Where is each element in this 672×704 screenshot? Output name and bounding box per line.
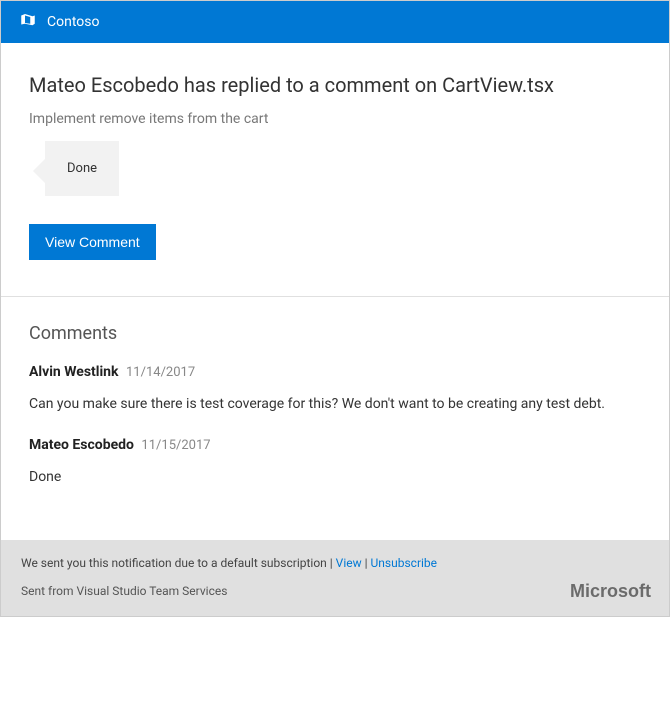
- main-section: Mateo Escobedo has replied to a comment …: [1, 43, 669, 297]
- comment-author: Alvin Westlink: [29, 364, 119, 380]
- comment-item: Alvin Westlink 11/14/2017 Can you make s…: [29, 364, 641, 415]
- footer-notice-text: We sent you this notification due to a d…: [21, 556, 336, 570]
- footer: We sent you this notification due to a d…: [1, 540, 669, 616]
- org-name: Contoso: [47, 14, 99, 30]
- comments-heading: Comments: [29, 323, 641, 344]
- view-link[interactable]: View: [336, 556, 362, 570]
- header-bar: Contoso: [1, 1, 669, 43]
- view-comment-button[interactable]: View Comment: [29, 224, 156, 260]
- comments-section: Comments Alvin Westlink 11/14/2017 Can y…: [1, 297, 669, 540]
- microsoft-logo: Microsoft: [570, 581, 651, 602]
- work-item-title: Implement remove items from the cart: [29, 111, 641, 127]
- reply-bubble: Done: [45, 141, 641, 196]
- comment-header: Alvin Westlink 11/14/2017: [29, 364, 641, 380]
- sent-from-text: Sent from Visual Studio Team Services: [21, 584, 649, 598]
- vsts-icon: [19, 11, 37, 33]
- comment-header: Mateo Escobedo 11/15/2017: [29, 437, 641, 453]
- comment-body: Can you make sure there is test coverage…: [29, 394, 641, 415]
- unsubscribe-link[interactable]: Unsubscribe: [371, 556, 438, 570]
- comment-date: 11/14/2017: [126, 365, 195, 380]
- comment-author: Mateo Escobedo: [29, 437, 134, 453]
- email-card: Contoso Mateo Escobedo has replied to a …: [0, 0, 670, 617]
- comment-body: Done: [29, 467, 641, 488]
- notification-title: Mateo Escobedo has replied to a comment …: [29, 73, 641, 97]
- comment-item: Mateo Escobedo 11/15/2017 Done: [29, 437, 641, 488]
- footer-notice: We sent you this notification due to a d…: [21, 556, 649, 570]
- comment-date: 11/15/2017: [141, 438, 210, 453]
- reply-text: Done: [45, 141, 119, 196]
- footer-separator: |: [362, 556, 371, 570]
